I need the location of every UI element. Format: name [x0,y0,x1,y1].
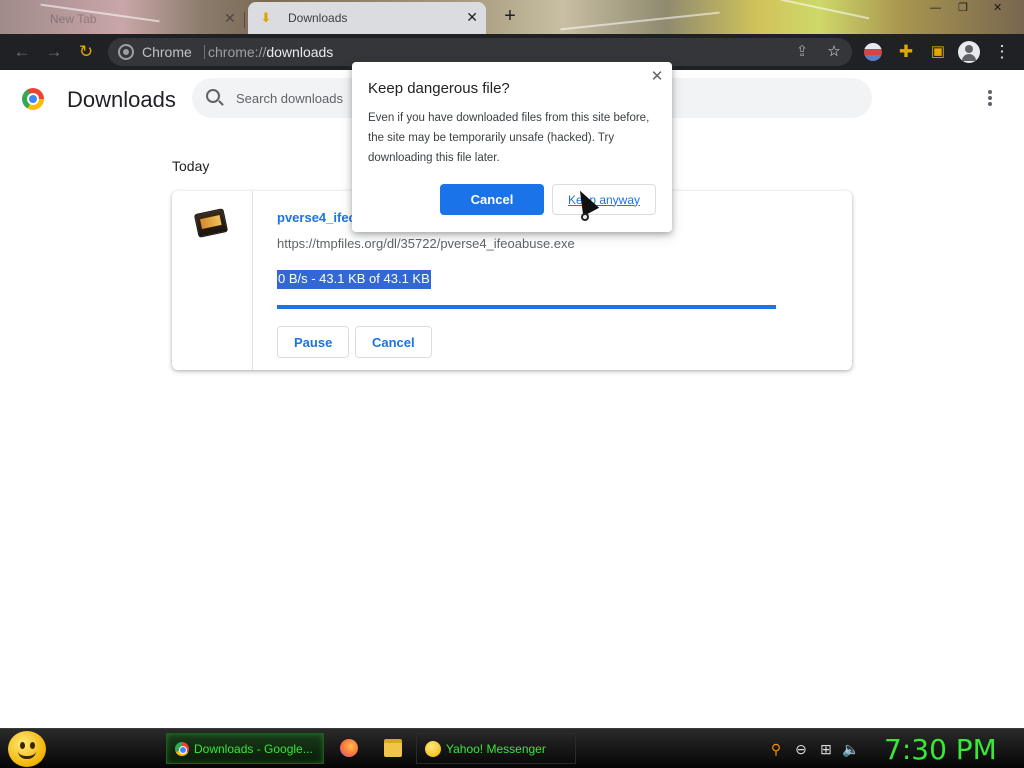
cancel-download-button[interactable]: Cancel [355,326,432,358]
progress-bar [277,305,776,309]
folder-icon[interactable] [384,739,402,757]
taskbar-item-yahoo-messenger[interactable]: Yahoo! Messenger [416,733,576,764]
star-icon[interactable]: ☆ [824,42,844,62]
back-arrow-icon[interactable]: ← [12,42,32,62]
keep-dangerous-file-dialog: Keep dangerous file? ✕ Even if you have … [352,62,672,232]
date-heading: Today [172,158,210,174]
wallpaper-streak [560,11,720,31]
wallpaper-streak [780,0,870,20]
clock[interactable]: 7:30 PM [884,733,997,766]
profile-icon[interactable] [958,41,980,63]
download-status: 0 B/s - 43.1 KB of 43.1 KB [277,270,431,289]
tab-separator [244,12,245,28]
url-text: chrome://downloads [208,44,334,60]
task-label: Yahoo! Messenger [446,741,546,756]
start-button-smiley-icon[interactable] [8,731,46,767]
dialog-title: Keep dangerous file? [368,80,510,97]
share-icon[interactable]: ⇪ [792,42,812,62]
forward-arrow-icon[interactable]: → [44,42,64,62]
file-source-url[interactable]: https://tmpfiles.org/dl/35722/pverse4_if… [277,236,575,251]
network-icon[interactable]: ⊞ [818,741,834,757]
taskbar: Downloads - Google... Yahoo! Messenger ⚲… [0,728,1024,768]
firefox-icon[interactable] [340,739,358,757]
chrome-icon [175,741,189,756]
puzzle-icon[interactable]: ✚ [896,42,916,62]
page-title: Downloads [67,87,176,112]
busy-indicator-icon [581,213,589,221]
progress-fill [277,305,776,309]
divider [204,45,205,59]
dialog-message: Even if you have downloaded files from t… [368,112,650,164]
new-tab-button[interactable]: + [500,5,520,27]
task-label: Downloads - Google... [194,741,313,756]
pause-button[interactable]: Pause [277,326,350,358]
search-icon [206,89,220,103]
tab-strip: New Tab ✕ ⬇ Downloads ✕ + — ❐ ✕ [0,0,1024,34]
tab-new-tab[interactable]: New Tab ✕ [0,4,246,34]
minimize-icon[interactable]: — [930,0,941,16]
volume-icon[interactable]: 🔈 [842,741,859,757]
restore-icon[interactable]: ❐ [958,0,968,16]
executable-file-icon [193,208,229,238]
close-icon[interactable]: ✕ [224,10,236,27]
search-icon[interactable]: ⚲ [768,741,784,757]
more-actions-icon[interactable] [982,90,998,108]
close-window-icon[interactable]: ✕ [993,0,1002,16]
file-icon-column [172,191,253,370]
reload-icon[interactable]: ↻ [76,42,96,62]
scheme-label: Chrome [142,44,192,60]
dialog-cancel-button[interactable]: Cancel [440,184,544,215]
keep-anyway-button[interactable]: Keep anyway [552,184,656,215]
tab-label: New Tab [50,12,97,26]
download-icon: ⬇ [260,10,272,25]
kebab-menu-icon[interactable]: ⋮ [992,42,1012,62]
chrome-logo-icon [22,88,44,110]
tab-downloads[interactable]: ⬇ Downloads ✕ [248,2,486,34]
close-icon[interactable]: ✕ [466,9,478,26]
close-icon[interactable]: ✕ [648,68,666,86]
taskbar-item-chrome[interactable]: Downloads - Google... [166,733,324,764]
file-name-link[interactable]: pverse4_ifeo [277,210,357,225]
side-panel-icon[interactable]: ▣ [928,42,948,62]
yahoo-messenger-icon [425,740,441,757]
minus-circle-icon[interactable]: ⊖ [793,741,809,757]
chrome-icon [118,44,134,60]
tab-label: Downloads [288,11,348,25]
extension-flag-icon[interactable] [864,43,882,61]
